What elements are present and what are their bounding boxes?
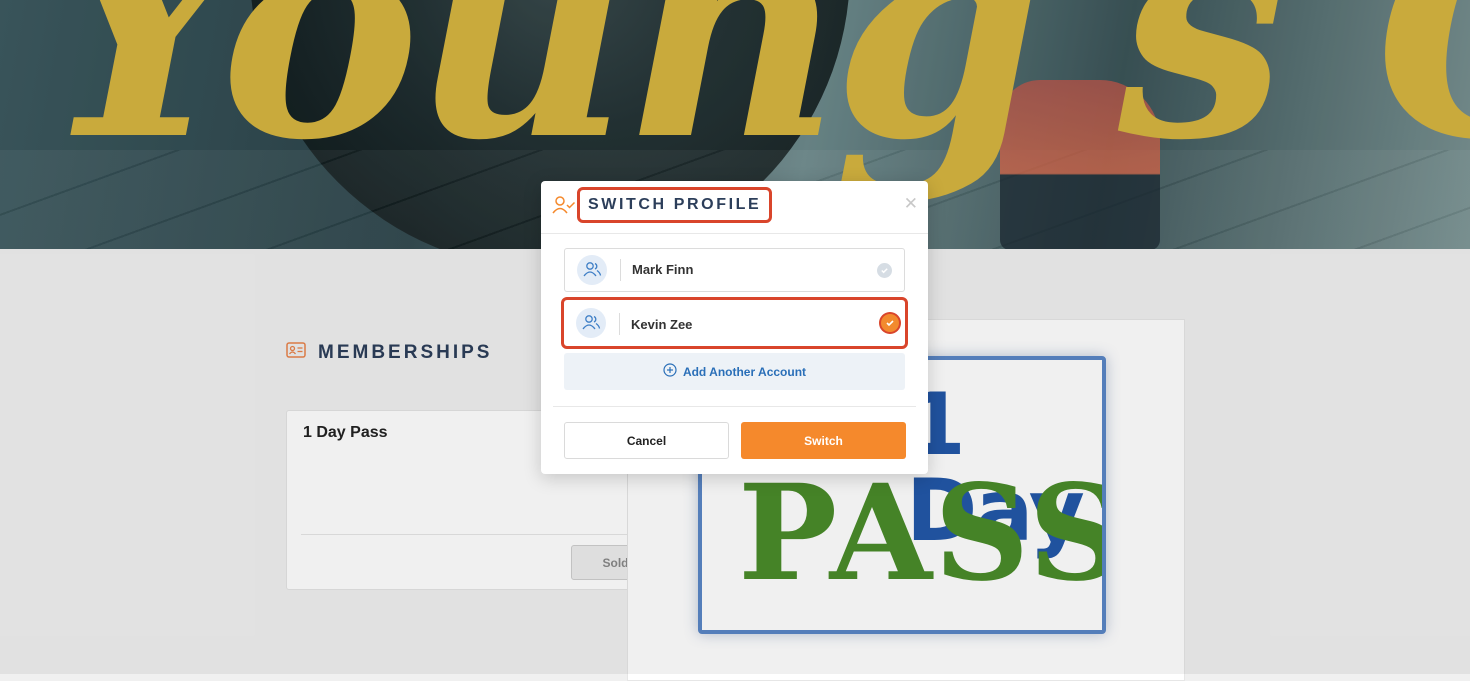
users-icon bbox=[576, 308, 606, 338]
modal-header: SWITCH PROFILE ✕ bbox=[541, 181, 928, 234]
profile-item-mark-finn[interactable]: Mark Finn bbox=[564, 248, 905, 292]
users-icon bbox=[577, 255, 607, 285]
add-account-label: Add Another Account bbox=[682, 364, 807, 379]
plus-circle-icon bbox=[663, 363, 677, 380]
switch-button[interactable]: Switch bbox=[741, 422, 906, 459]
user-check-icon bbox=[552, 195, 576, 220]
cancel-button[interactable]: Cancel bbox=[564, 422, 729, 459]
footer-divider bbox=[553, 406, 916, 407]
profile-separator bbox=[619, 313, 620, 335]
check-circle-icon bbox=[877, 263, 892, 278]
check-circle-icon bbox=[881, 314, 899, 332]
profile-item-kevin-zee[interactable]: Kevin Zee bbox=[561, 297, 908, 349]
switch-profile-modal: SWITCH PROFILE ✕ Mark Finn Kevin Zee Add… bbox=[541, 181, 928, 474]
add-account-button[interactable]: Add Another Account bbox=[564, 353, 905, 390]
profile-separator bbox=[620, 259, 621, 281]
profile-name: Kevin Zee bbox=[631, 317, 693, 332]
close-icon[interactable]: ✕ bbox=[904, 194, 918, 214]
profile-name: Mark Finn bbox=[632, 262, 694, 277]
modal-title: SWITCH PROFILE bbox=[577, 187, 773, 223]
